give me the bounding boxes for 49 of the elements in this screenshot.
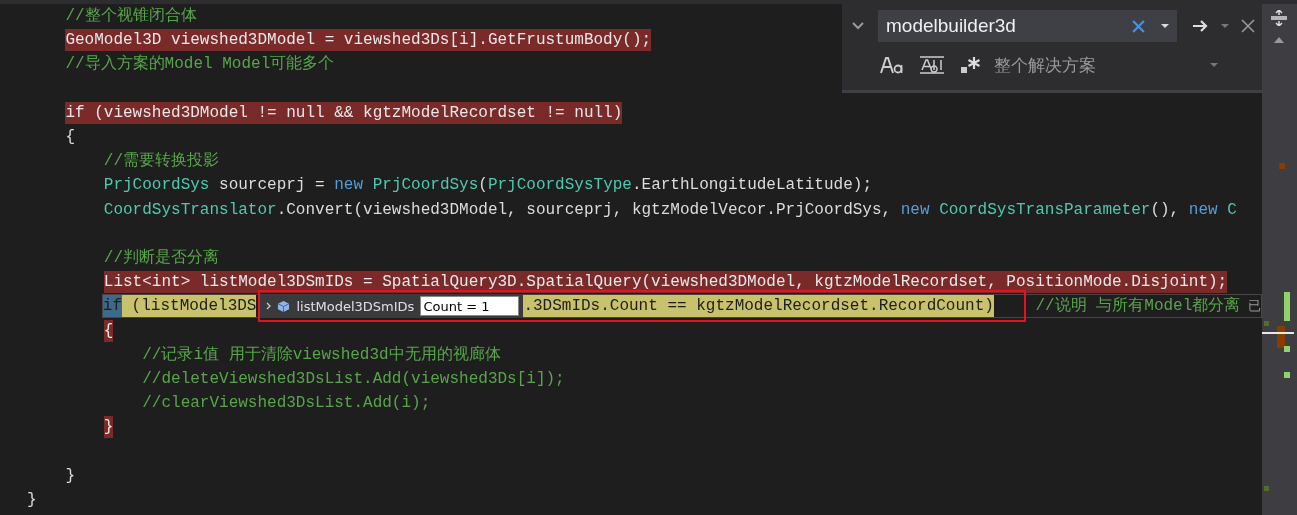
code-text: { [65,127,75,149]
splitter-icon[interactable] [1269,10,1289,26]
scope-dropdown[interactable]: 整个解决方案 [990,53,1262,77]
code-text: (), [1150,199,1181,221]
inline-hint: 已 [1248,297,1262,316]
code-comment: //整个视锥闭合体 [65,6,197,28]
code-text: GeoModel3D viewshed3DModel = viewshed3Ds[i].GetFrustumBody(); [65,29,652,52]
scrollbar-marker [1264,486,1269,491]
code-text: .3DSmIDs.Count == kgtzModelRecordset.RecordCount) [523,295,994,318]
code-text: List<int> listModel3DSmIDs = SpatialQuery3D.SpatialQuery(viewshed3DModel, kgtzModelRecordset, PositionMode.Disjoint); [103,271,1228,294]
type-name: PrjCoordSys [103,175,210,197]
scroll-up-arrow-icon[interactable] [1274,37,1284,43]
code-comment: //判断是否分离 [103,247,219,269]
keyword: new [1188,199,1218,221]
keyword: new [334,175,364,197]
search-field[interactable]: modelbuilder3d [878,10,1124,42]
keyword: new [900,199,930,221]
code-text: ( [478,175,488,197]
code-text: (listModel3DS [122,295,257,318]
scrollbar-marker [1279,163,1285,169]
type-name: CoordSysTransParameter [938,199,1151,221]
code-comment: //deleteViewshed3DsList.Add(viewshed3Ds[i]); [142,368,565,390]
code-comment: //记录i值 用于清除viewshed3d中无用的视廊体 [142,344,501,366]
code-text: sourceprj = [218,175,326,197]
code-text: if (viewshed3DModel != null && kgtzModelRecordset != null) [65,101,623,124]
code-comment: //clearViewshed3DsList.Add(i); [142,393,431,415]
type-name: PrjCoordSys [371,175,479,197]
scrollbar-marker [1284,372,1290,378]
code-comment: //导入方案的Model Model可能多个 [65,53,335,76]
vertical-scrollbar[interactable] [1262,4,1297,515]
code-text: { [103,319,114,342]
code-text: .EarthLongitudeLatitude); [631,175,872,197]
caret-icon [1210,63,1218,67]
scrollbar-marker [1264,321,1269,326]
caret-icon[interactable] [1153,10,1177,42]
code-comment: //说明 与所有Model都分离 [1034,296,1241,318]
cube-icon [277,299,291,313]
type-name: CoordSysTranslator [103,199,277,221]
code-comment: //需要转换投影 [103,151,219,173]
code-text: } [65,465,75,487]
type-name: C [1226,199,1237,221]
type-name: PrjCoordSysType [487,175,632,197]
code-text: } [103,416,114,439]
variable-name: listModel3DSmIDs [296,298,415,314]
scrollbar-marker [1284,292,1290,321]
code-text: } [27,489,37,511]
keyword: if [102,295,122,318]
value-field[interactable]: Count = 1 [420,296,520,317]
code-text: .Convert(viewshed3DModel, sourceprj, kgtzModelVecor.PrjCoordSys, [276,199,893,221]
